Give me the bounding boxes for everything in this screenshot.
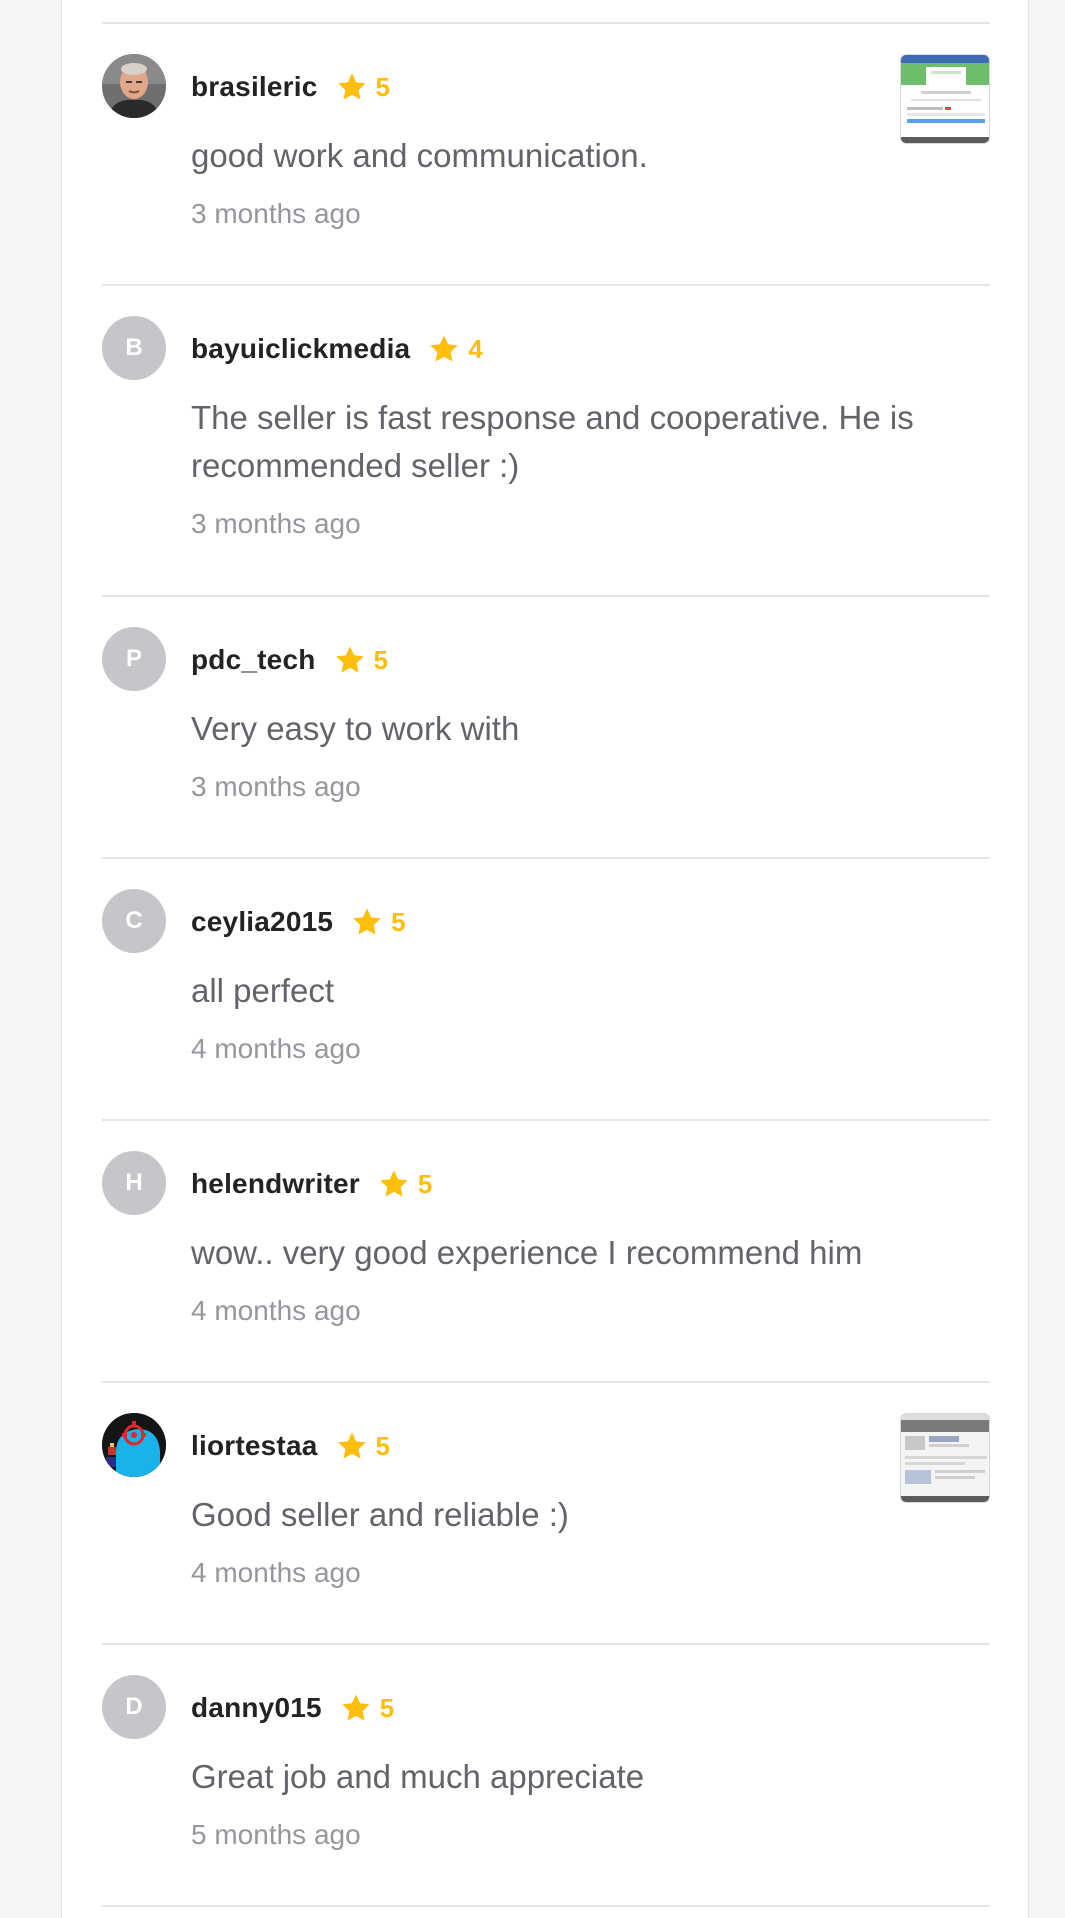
star-icon <box>342 1694 370 1721</box>
rating: 5 <box>334 644 388 676</box>
review-time: 4 months ago <box>191 1557 361 1588</box>
review-text: good work and communication. <box>191 137 648 174</box>
reviews-card: brasileric 5 good work and communication… <box>61 0 1029 1918</box>
review-attachment-thumbnail[interactable] <box>900 1413 990 1503</box>
review-time: 5 months ago <box>191 1819 361 1850</box>
rating-value: 5 <box>417 1168 433 1199</box>
review-header: pdc_tech 5 <box>191 641 388 679</box>
username[interactable]: danny015 <box>191 1692 322 1724</box>
avatar[interactable]: P <box>102 627 166 691</box>
rating-value: 5 <box>391 906 406 937</box>
username[interactable]: ceylia2015 <box>191 906 333 938</box>
review-item: D danny015 5 Great job and much apprecia… <box>102 1645 990 1907</box>
avatar[interactable] <box>102 54 166 118</box>
rating: 5 <box>351 906 406 938</box>
review-item: P pdc_tech 5 Very easy to work with 3 mo… <box>102 597 990 859</box>
rating-value: 5 <box>375 71 390 102</box>
rating: 4 <box>428 333 483 365</box>
review-text: Great job and much appreciate <box>191 1758 645 1795</box>
rating: 5 <box>378 1168 432 1200</box>
review-item: C ceylia2015 5 all perfect 4 months ago <box>102 859 990 1121</box>
rating-value: 5 <box>379 1692 395 1723</box>
review-time: 4 months ago <box>191 1033 361 1064</box>
review-time: 3 months ago <box>191 771 361 802</box>
avatar[interactable] <box>102 1413 166 1477</box>
username[interactable]: bayuiclickmedia <box>191 333 410 365</box>
star-icon <box>430 335 459 362</box>
review-item: liortestaa 5 Good seller and reliable :)… <box>102 1383 990 1645</box>
star-icon <box>337 73 366 100</box>
review-header: brasileric 5 <box>191 68 390 106</box>
avatar[interactable]: B <box>102 316 166 380</box>
review-text: all perfect <box>191 972 335 1009</box>
avatar[interactable]: D <box>102 1675 166 1739</box>
review-text: Good seller and reliable :) <box>191 1496 569 1533</box>
avatar[interactable]: C <box>102 889 166 953</box>
avatar[interactable]: H <box>102 1151 166 1215</box>
review-item: H helendwriter 5 wow.. very good experie… <box>102 1121 990 1383</box>
rating: 5 <box>336 1430 390 1462</box>
rating-value: 5 <box>373 644 388 675</box>
review-time: 3 months ago <box>191 508 361 539</box>
rating-value: 5 <box>375 1430 390 1461</box>
review-time: 4 months ago <box>191 1295 361 1326</box>
review-text: Very easy to work with <box>191 710 520 747</box>
review-time: 3 months ago <box>191 198 361 229</box>
star-icon <box>335 646 364 673</box>
star-icon <box>337 1432 366 1459</box>
review-text: The seller is fast response and cooperat… <box>191 399 914 484</box>
review-attachment-thumbnail[interactable] <box>900 54 990 144</box>
review-header: helendwriter 5 <box>191 1165 432 1203</box>
username[interactable]: brasileric <box>191 71 318 103</box>
review-item: brasileric 5 good work and communication… <box>102 24 990 286</box>
review-item: B bayuiclickmedia 4 The seller is fast r… <box>102 286 990 597</box>
rating: 5 <box>336 71 390 103</box>
review-header: ceylia2015 5 <box>191 903 406 941</box>
review-header: danny015 5 <box>191 1689 394 1727</box>
rating-value: 4 <box>468 333 483 364</box>
username[interactable]: liortestaa <box>191 1430 318 1462</box>
username[interactable]: pdc_tech <box>191 644 316 676</box>
username[interactable]: helendwriter <box>191 1168 360 1200</box>
review-header: liortestaa 5 <box>191 1427 390 1465</box>
star-icon <box>353 908 381 935</box>
review-header: bayuiclickmedia 4 <box>191 330 483 368</box>
rating: 5 <box>340 1692 394 1724</box>
star-icon <box>380 1170 408 1197</box>
review-text: wow.. very good experience I recommend h… <box>191 1234 863 1271</box>
